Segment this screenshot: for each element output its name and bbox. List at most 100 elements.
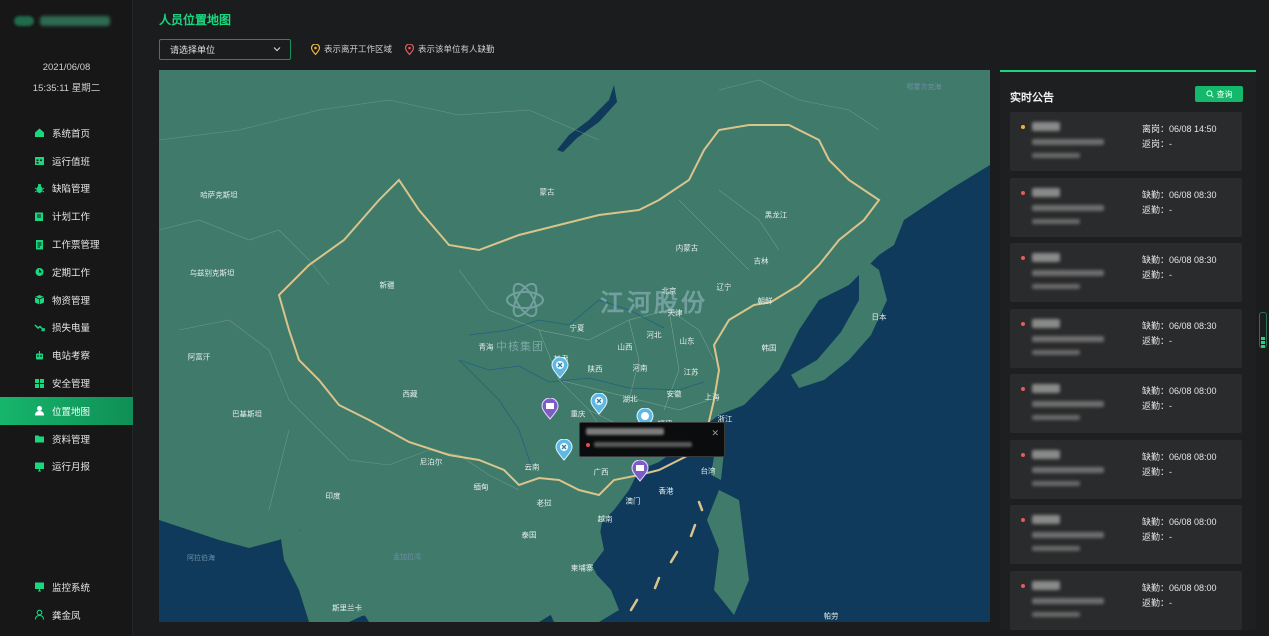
sidebar-item-home[interactable]: 系统首页 bbox=[0, 119, 133, 147]
pin-yellow-icon bbox=[311, 43, 320, 55]
status-dot bbox=[1021, 583, 1025, 588]
region-label: 韩国 bbox=[761, 343, 777, 353]
sidebar-item-periodic-work[interactable]: 定期工作 bbox=[0, 258, 133, 286]
announcement-panel: 实时公告 查询 离岗：06/08 14:50 返岗：- 缺勤：06/08 08:30… bbox=[1000, 70, 1256, 630]
nav-item-label: 定期工作 bbox=[52, 267, 91, 279]
sidebar-item-monitoring[interactable]: 监控系统 bbox=[0, 573, 133, 601]
region-label: 新疆 bbox=[379, 280, 395, 290]
person-name bbox=[1032, 384, 1060, 393]
region-label: 老挝 bbox=[536, 498, 552, 508]
nav-item-label: 系统首页 bbox=[52, 128, 91, 140]
sidebar-item-duty[interactable]: 运行值班 bbox=[0, 147, 133, 175]
pin-red-icon bbox=[405, 43, 414, 55]
announcement-card[interactable]: 缺勤：06/08 08:00 返勤：- bbox=[1010, 505, 1242, 564]
region-label: 柬埔寨 bbox=[570, 563, 594, 573]
nav-item-label: 安全管理 bbox=[52, 379, 91, 391]
watermark-company: 江河股份 bbox=[600, 289, 708, 317]
nav-bottom: 监控系统 龚金凤 bbox=[0, 573, 133, 629]
map-base bbox=[159, 70, 990, 622]
region-label: 斯里兰卡 bbox=[332, 603, 362, 613]
region-label: 阿富汗 bbox=[187, 352, 211, 362]
region-label: 湖北 bbox=[622, 394, 638, 404]
page-title: 人员位置地图 bbox=[159, 13, 232, 27]
announcement-card[interactable]: 缺勤：06/08 08:00 返勤：- bbox=[1010, 570, 1242, 630]
status-time: 离岗：06/08 14:50 bbox=[1142, 124, 1217, 134]
nav-item-label: 位置地图 bbox=[52, 406, 91, 418]
map-view[interactable]: 哈萨克斯坦 蒙古 黑龙江 乌兹别克斯坦 新疆 内蒙古 吉林 北京 辽宁 朝鲜 宁夏 天津 日本 山西 河北阿… bbox=[159, 70, 990, 622]
nav-item-label: 物资管理 bbox=[52, 295, 91, 307]
sidebar-item-work-tickets[interactable]: 工作票管理 bbox=[0, 230, 133, 258]
map-pin-purple[interactable] bbox=[541, 397, 559, 420]
folder-icon bbox=[34, 433, 45, 444]
region-label: 印度 bbox=[325, 491, 341, 501]
sidebar: 2021/06/08 15:35:11 星期二 系统首页 运行值班 缺陷管理 计划工作… bbox=[0, 0, 133, 636]
announcement-card[interactable]: 缺勤：06/08 08:30 返勤：- bbox=[1010, 243, 1242, 302]
current-date: 2021/06/08 bbox=[42, 62, 91, 73]
sidebar-item-monthly-report[interactable]: 运行月报 bbox=[0, 453, 133, 481]
sidebar-item-user-profile[interactable]: 龚金凤 bbox=[0, 601, 133, 629]
announcement-card[interactable]: 缺勤：06/08 08:00 返勤：- bbox=[1010, 374, 1242, 433]
phone-number bbox=[1032, 611, 1080, 617]
nav-item-label: 运行月报 bbox=[52, 462, 91, 474]
phone-number bbox=[1032, 153, 1080, 158]
scrollbar[interactable] bbox=[1259, 312, 1267, 348]
region-label: 澳门 bbox=[625, 496, 641, 506]
calendar-grid-icon bbox=[34, 155, 45, 166]
sidebar-item-documents[interactable]: 资料管理 bbox=[0, 425, 133, 453]
announcement-card[interactable]: 缺勤：06/08 08:00 返勤：- bbox=[1010, 439, 1242, 499]
atom-logo-icon bbox=[506, 282, 544, 318]
return-time: 返勤：- bbox=[1142, 532, 1173, 542]
logo-text bbox=[40, 16, 110, 26]
announcement-card[interactable]: 缺勤：06/08 08:30 返勤：- bbox=[1010, 177, 1242, 237]
region-label: 香港 bbox=[658, 486, 674, 496]
region-label: 河北 bbox=[646, 330, 662, 340]
status-dot bbox=[586, 442, 590, 447]
legend-absence-text: 表示该单位有人缺勤 bbox=[418, 44, 495, 54]
region-label: 内蒙古 bbox=[675, 243, 699, 253]
unit-select-placeholder: 请选择单位 bbox=[170, 45, 216, 55]
region-label: 缅甸 bbox=[473, 482, 489, 492]
legend-away: 表示离开工作区域 bbox=[311, 43, 392, 55]
home-icon bbox=[34, 127, 45, 138]
nav-item-label: 龚金凤 bbox=[52, 610, 81, 622]
query-button[interactable]: 查询 bbox=[1195, 86, 1243, 102]
region-label: 朝鲜 bbox=[757, 296, 773, 306]
tooltip-detail bbox=[594, 442, 692, 447]
monitor-icon bbox=[34, 581, 45, 592]
phone-number bbox=[1032, 349, 1080, 355]
sidebar-item-plans[interactable]: 计划工作 bbox=[0, 202, 133, 230]
plan-edit-icon bbox=[34, 211, 45, 222]
sidebar-item-power-loss[interactable]: 损失电量 bbox=[0, 314, 133, 342]
sidebar-item-station-inspection[interactable]: 电站考察 bbox=[0, 341, 133, 369]
announcement-list: 离岗：06/08 14:50 返岗：- 缺勤：06/08 08:30 返勤：- 缺勤：0… bbox=[1010, 112, 1242, 636]
map-pin-blue[interactable] bbox=[551, 356, 569, 379]
status-time: 缺勤：06/08 08:30 bbox=[1142, 189, 1217, 200]
sidebar-item-defects[interactable]: 缺陷管理 bbox=[0, 175, 133, 203]
region-label: 日本 bbox=[871, 312, 887, 322]
sidebar-item-location-map[interactable]: 位置地图 bbox=[0, 396, 133, 425]
sidebar-item-safety[interactable]: 安全管理 bbox=[0, 369, 133, 397]
sidebar-item-materials[interactable]: 物资管理 bbox=[0, 286, 133, 314]
person-name bbox=[1032, 515, 1060, 524]
close-icon[interactable]: ✕ bbox=[711, 428, 719, 439]
announcement-card[interactable]: 缺勤：06/08 08:30 返勤：- bbox=[1010, 308, 1242, 368]
announcement-card[interactable]: 离岗：06/08 14:50 返岗：- bbox=[1010, 112, 1242, 171]
unit-select[interactable]: 请选择单位 bbox=[159, 39, 291, 60]
unit-name bbox=[1032, 335, 1104, 342]
status-dot bbox=[1021, 518, 1025, 522]
region-label: 山东 bbox=[679, 336, 695, 346]
map-pin-blue[interactable] bbox=[555, 438, 573, 461]
brand-logo bbox=[14, 12, 122, 30]
ticket-doc-icon bbox=[34, 239, 45, 250]
legend-away-text: 表示离开工作区域 bbox=[324, 44, 393, 54]
tooltip-unit-name bbox=[586, 428, 664, 435]
region-label: 越南 bbox=[597, 514, 613, 524]
watermark: 江河股份 bbox=[504, 280, 708, 320]
map-pin-blue[interactable] bbox=[590, 392, 608, 415]
map-pin-purple[interactable] bbox=[631, 459, 649, 482]
status-dot bbox=[1021, 190, 1025, 195]
status-time: 缺勤：06/08 08:30 bbox=[1142, 255, 1217, 265]
nav-item-label: 电站考察 bbox=[52, 351, 91, 363]
unit-name bbox=[1032, 466, 1104, 473]
return-time: 返勤：- bbox=[1142, 204, 1173, 215]
